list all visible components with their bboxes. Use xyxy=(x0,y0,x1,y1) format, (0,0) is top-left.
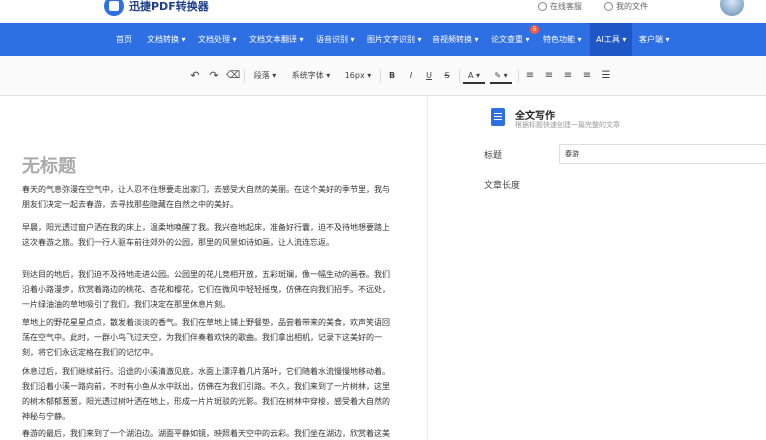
undo-icon[interactable]: ↶ xyxy=(188,68,202,84)
paragraph[interactable]: 休息过后，我们继续前行。沿途的小溪清澈见底，水面上漂浮着几片落叶，它们随着水流慢… xyxy=(22,364,396,424)
article-length-label: 文章长度 xyxy=(484,181,521,191)
my-files-link[interactable]: 我的文件 xyxy=(604,1,648,12)
customer-service-link[interactable]: 在线客服 xyxy=(538,1,582,12)
nav-item-speech[interactable]: 语音识别 ▾ xyxy=(316,23,355,56)
font-size-select[interactable]: 16px ▾ xyxy=(341,68,375,84)
paragraph[interactable]: 春天的气息弥漫在空气中，让人忍不住想要走出家门，去感受大自然的美丽。在这个美好的… xyxy=(22,182,396,212)
user-icon xyxy=(604,2,613,11)
logo-icon xyxy=(104,0,124,16)
nav-badge: 8 xyxy=(530,25,539,34)
nav-item-doc-convert[interactable]: 文档转换 ▾ xyxy=(147,23,186,56)
ai-writing-panel: 全文写作 根据标题快速创建一篇完整的文章 标题 春游 文章长度 xyxy=(427,96,766,440)
paragraph[interactable]: 早晨，阳光透过窗户洒在我的床上，温柔地唤醒了我。我兴奋地起床，准备好行囊，迫不及… xyxy=(22,220,396,250)
indent-icon[interactable]: ☰ xyxy=(599,68,613,84)
nav-item-av-convert[interactable]: 音视频转换 ▾ xyxy=(432,23,479,56)
top-header: 迅捷PDF转换器 在线客服 我的文件 xyxy=(0,0,766,23)
app-logo[interactable]: 迅捷PDF转换器 xyxy=(104,0,209,16)
align-right-icon[interactable]: ≡ xyxy=(561,68,575,84)
editor-toolbar: ↶ ↷ ⌫ 段落 ▾ 系统字体 ▾ 16px ▾ B I U S A ▾ ✎ ▾… xyxy=(0,56,766,96)
headset-icon xyxy=(538,2,547,11)
nav-item-doc-translate[interactable]: 文档文本翻译 ▾ xyxy=(249,23,304,56)
underline-button[interactable]: U xyxy=(422,68,436,84)
align-center-icon[interactable]: ≡ xyxy=(542,68,556,84)
topic-input[interactable]: 春游 xyxy=(559,144,766,164)
align-left-icon[interactable]: ≡ xyxy=(523,68,537,84)
strikethrough-button[interactable]: S xyxy=(440,68,454,84)
toolbar-divider xyxy=(244,69,245,83)
panel-subtitle: 根据标题快速创建一篇完整的文章 xyxy=(515,121,620,129)
font-family-select[interactable]: 系统字体 ▾ xyxy=(287,68,335,84)
nav-item-ocr[interactable]: 图片文字识别 ▾ xyxy=(367,23,422,56)
logo-text: 迅捷PDF转换器 xyxy=(129,0,209,13)
nav-item-home[interactable]: 首页 xyxy=(116,23,132,56)
paragraph-select[interactable]: 段落 ▾ xyxy=(249,68,281,84)
avatar[interactable] xyxy=(720,0,744,16)
customer-service-label: 在线客服 xyxy=(550,2,582,11)
nav-item-doc-process[interactable]: 文档处理 ▾ xyxy=(198,23,237,56)
my-files-label: 我的文件 xyxy=(616,2,648,11)
justify-icon[interactable]: ≡ xyxy=(580,68,594,84)
highlight-button[interactable]: ✎ ▾ xyxy=(490,68,512,84)
clear-format-icon[interactable]: ⌫ xyxy=(226,68,240,84)
nav-item-client[interactable]: 客户端 ▾ xyxy=(639,23,670,56)
redo-icon[interactable]: ↷ xyxy=(207,68,221,84)
paragraph[interactable]: 到达目的地后，我们迫不及待地走进公园。公园里的花儿竞相开放，五彩斑斓，像一幅生动… xyxy=(22,267,396,312)
document-title[interactable]: 无标题 xyxy=(22,152,76,178)
bold-button[interactable]: B xyxy=(385,68,399,84)
document-icon xyxy=(491,108,505,126)
nav-item-features[interactable]: 特色功能 ▾ xyxy=(543,23,582,56)
toolbar-divider xyxy=(380,69,381,83)
paragraph[interactable]: 春游的最后，我们来到了一个湖泊边。湖面平静如镜，映照着天空中的云彩。我们坐在湖边… xyxy=(22,426,396,440)
document-editor[interactable]: 无标题 春天的气息弥漫在空气中，让人忍不住想要走出家门，去感受大自然的美丽。在这… xyxy=(0,96,427,440)
topic-label: 标题 xyxy=(484,151,503,161)
italic-button[interactable]: I xyxy=(404,68,418,84)
font-color-button[interactable]: A ▾ xyxy=(463,68,485,84)
nav-item-plagiarism[interactable]: 论文查重 ▾ xyxy=(491,23,530,56)
main-nav: 首页 文档转换 ▾ 文档处理 ▾ 文档文本翻译 ▾ 语音识别 ▾ 图片文字识别 … xyxy=(0,23,766,56)
paragraph[interactable]: 草地上的野花星星点点，散发着淡淡的香气。我们在草地上铺上野餐垫，品尝着带来的美食… xyxy=(22,315,396,360)
nav-item-ai-tools[interactable]: AI工具 ▾ xyxy=(590,23,633,56)
toolbar-divider xyxy=(459,69,460,83)
toolbar-divider xyxy=(518,69,519,83)
